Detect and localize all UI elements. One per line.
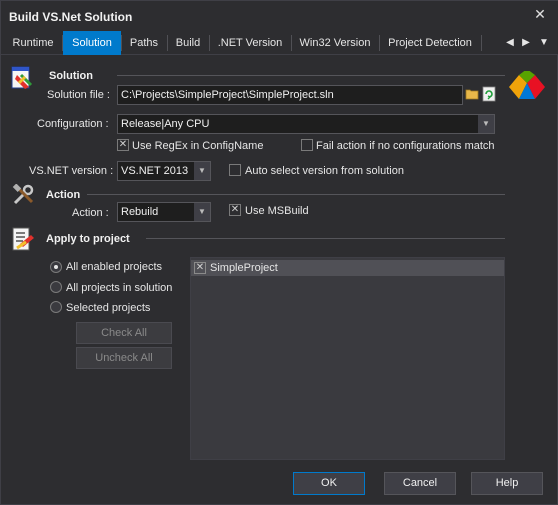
all-projects-in-solution-radio[interactable] <box>50 281 62 293</box>
tab-prev-icon[interactable]: ◀ <box>503 31 517 55</box>
help-button[interactable]: Help <box>471 472 543 495</box>
tab-project-detection[interactable]: Project Detection <box>380 31 480 55</box>
tab-runtime[interactable]: Runtime <box>5 31 61 55</box>
apply-project-icon <box>12 227 34 251</box>
title-bar[interactable]: Build VS.Net Solution ✕ <box>1 1 558 31</box>
tab-win32-version[interactable]: Win32 Version <box>292 31 378 55</box>
tools-icon <box>12 184 34 205</box>
project-list[interactable]: ✕ SimpleProject <box>190 257 505 460</box>
window-title: Build VS.Net Solution <box>9 10 133 24</box>
auto-select-checkbox[interactable] <box>229 164 241 176</box>
uncheck-all-button[interactable]: Uncheck All <box>76 347 172 369</box>
tab-build[interactable]: Build <box>168 31 208 55</box>
list-item[interactable]: ✕ SimpleProject <box>191 260 504 276</box>
solution-section-title: Solution <box>49 70 93 82</box>
fail-action-checkbox[interactable] <box>301 139 313 151</box>
all-enabled-projects-radio[interactable] <box>50 261 62 273</box>
selected-projects-label: Selected projects <box>66 302 151 314</box>
use-msbuild-checkbox[interactable]: ✕ <box>229 204 241 216</box>
check-all-button[interactable]: Check All <box>76 322 172 344</box>
all-projects-in-solution-label: All projects in solution <box>66 282 173 294</box>
tab-bar: Runtime Solution Paths Build .NET Versio… <box>1 31 558 55</box>
configuration-combo[interactable]: Release|Any CPU <box>117 114 495 134</box>
section-divider <box>87 194 505 195</box>
auto-select-label: Auto select version from solution <box>245 165 404 177</box>
refresh-icon[interactable] <box>482 86 496 102</box>
use-regex-label: Use RegEx in ConfigName <box>132 140 264 152</box>
action-section-title: Action <box>46 189 81 201</box>
solution-file-label: Solution file : <box>47 89 110 101</box>
solution-file-input[interactable]: C:\Projects\SimpleProject\SimpleProject.… <box>117 85 463 105</box>
action-label: Action : <box>72 207 109 219</box>
tab-menu-icon[interactable]: ▼ <box>537 31 551 55</box>
fail-action-label: Fail action if no configurations match <box>316 140 495 152</box>
project-name: SimpleProject <box>210 262 278 274</box>
ok-button[interactable]: OK <box>293 472 365 495</box>
configuration-label: Configuration : <box>37 118 109 130</box>
tab-divider <box>481 35 482 51</box>
tab-solution[interactable]: Solution <box>63 31 121 55</box>
tab-paths[interactable]: Paths <box>122 31 166 55</box>
tab-net-version[interactable]: .NET Version <box>210 31 290 55</box>
solution-icon <box>11 66 33 89</box>
selected-projects-radio[interactable] <box>50 301 62 313</box>
use-msbuild-label: Use MSBuild <box>245 205 309 217</box>
tab-next-icon[interactable]: ▶ <box>519 31 533 55</box>
project-checkbox[interactable]: ✕ <box>194 262 206 274</box>
folder-icon[interactable] <box>465 87 479 101</box>
chevron-down-icon[interactable]: ▼ <box>194 203 210 221</box>
vsnet-version-label: VS.NET version : <box>29 165 114 177</box>
section-divider <box>117 75 505 76</box>
chevron-down-icon[interactable]: ▼ <box>478 115 494 133</box>
chevron-down-icon[interactable]: ▼ <box>194 162 210 180</box>
apply-section-title: Apply to project <box>46 233 130 245</box>
close-icon[interactable]: ✕ <box>528 4 552 26</box>
all-enabled-projects-label: All enabled projects <box>66 261 163 273</box>
use-regex-checkbox[interactable]: ✕ <box>117 139 129 151</box>
visual-studio-logo-icon <box>509 71 545 99</box>
section-divider <box>146 238 505 239</box>
cancel-button[interactable]: Cancel <box>384 472 456 495</box>
dialog-window: Build VS.Net Solution ✕ Runtime Solution… <box>0 0 558 505</box>
